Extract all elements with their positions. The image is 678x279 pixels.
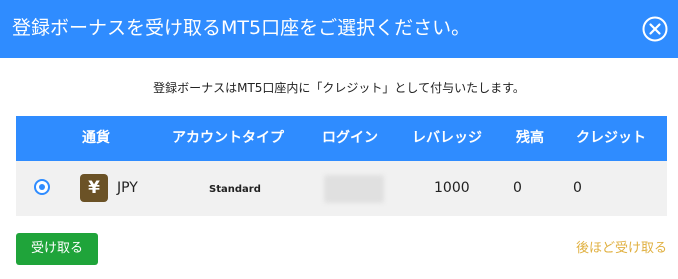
column-login: ログイン: [322, 130, 378, 146]
login-cell: [324, 175, 384, 203]
bonus-description: 登録ボーナスはMT5口座内に「クレジット」として付与いたします。: [153, 81, 525, 95]
leverage-cell: 1000: [434, 180, 470, 196]
dialog-title: 登録ボーナスを受け取るMT5口座をご選択ください。: [12, 17, 471, 39]
table-row[interactable]: ¥ JPY Standard 1000 0 0: [16, 161, 667, 216]
accounts-table: 通貨 アカウントタイプ ログイン レバレッジ 残高 クレジット ¥ JPY St…: [16, 116, 667, 216]
balance-cell: 0: [513, 180, 522, 196]
close-icon[interactable]: [642, 16, 668, 42]
column-balance: 残高: [516, 130, 544, 146]
table-header: 通貨 アカウントタイプ ログイン レバレッジ 残高 クレジット: [16, 116, 667, 161]
currency-cell: JPY: [117, 180, 138, 196]
column-account-type: アカウントタイプ: [172, 130, 284, 146]
credit-cell: 0: [573, 180, 582, 196]
radio-dot: [39, 184, 45, 190]
later-link[interactable]: 後ほど受け取る: [576, 240, 667, 258]
dialog-header: 登録ボーナスを受け取るMT5口座をご選択ください。: [0, 0, 678, 58]
account-type-cell: Standard: [209, 184, 261, 195]
column-currency: 通貨: [82, 130, 110, 146]
column-credit: クレジット: [576, 130, 646, 146]
account-radio[interactable]: [34, 179, 50, 195]
accept-button[interactable]: 受け取る: [16, 233, 98, 265]
column-leverage: レバレッジ: [412, 130, 482, 146]
yen-icon: ¥: [80, 174, 108, 202]
